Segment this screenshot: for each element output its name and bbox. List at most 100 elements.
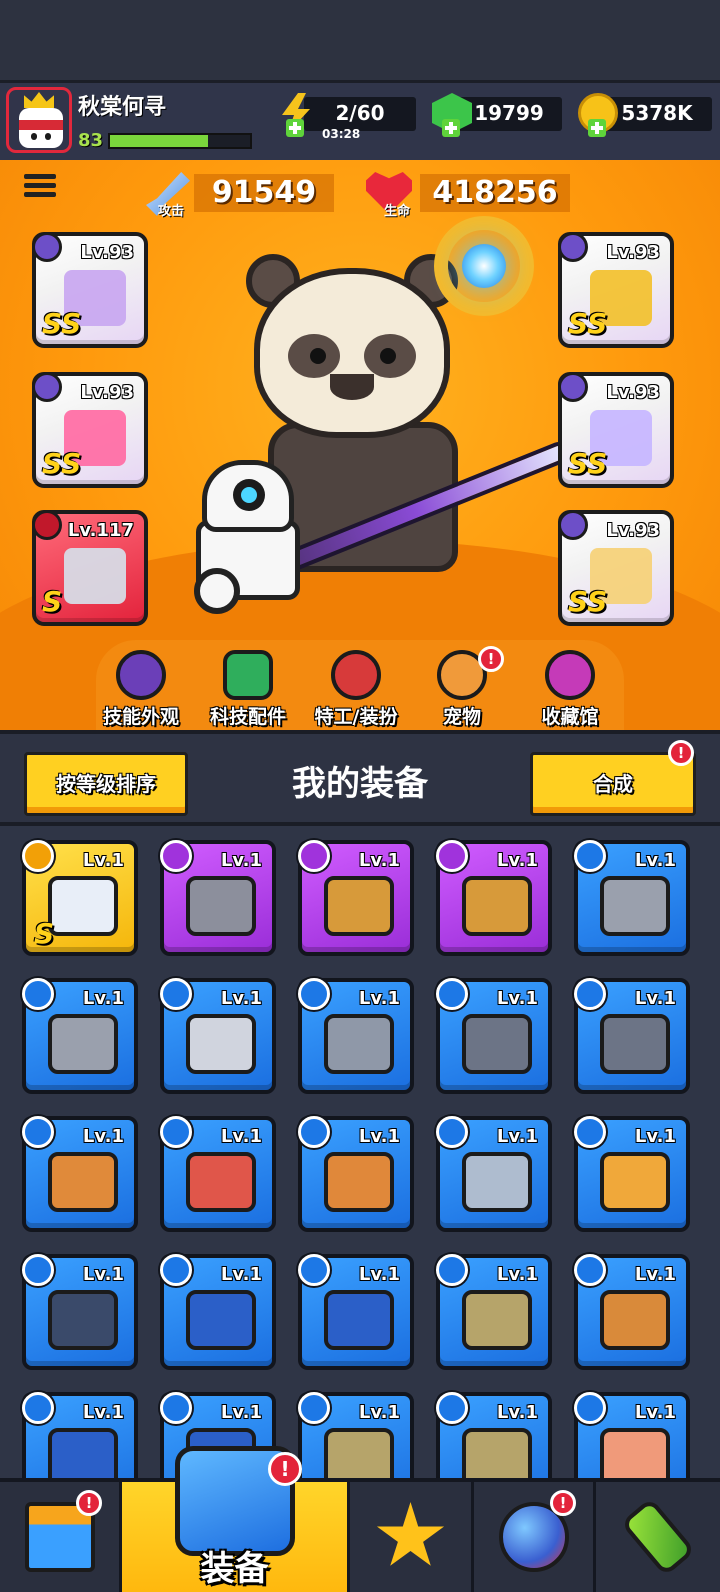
inventory-item[interactable]: Lv.1: [574, 1254, 690, 1370]
item-level: Lv.1: [496, 988, 538, 1009]
category-hat[interactable]: 技能外观: [91, 650, 191, 729]
inventory-item[interactable]: Lv.1 S: [22, 840, 138, 956]
category-label: 技能外观: [102, 706, 179, 728]
coins-value: 5378K: [602, 97, 712, 131]
item-level: Lv.1: [220, 850, 262, 871]
category-label: 特工/装扮: [314, 706, 398, 728]
item-art-icon: [600, 1428, 670, 1478]
item-art-icon: [462, 1428, 532, 1478]
item-level: Lv.1: [358, 1126, 400, 1147]
item-type-icon: [436, 1254, 468, 1286]
category-agent[interactable]: 特工/装扮: [306, 650, 406, 729]
inventory-item[interactable]: Lv.1: [160, 1116, 276, 1232]
sort-by-level-button[interactable]: 按等级排序: [24, 752, 188, 816]
item-art-icon: [324, 1152, 394, 1212]
slot-grade: SS: [568, 447, 608, 480]
hero-panel: 91549 攻击 418256 生命 Lv.93 SS Lv.93 SS Lv.117 S…: [0, 160, 720, 730]
category-chest[interactable]: 收藏馆: [520, 650, 620, 729]
inventory-item[interactable]: Lv.1: [436, 1116, 552, 1232]
category-chip[interactable]: 科技配件: [198, 650, 298, 729]
add-energy-icon[interactable]: [286, 119, 304, 137]
equipped-slot[interactable]: Lv.93 SS: [558, 372, 674, 488]
inventory-item[interactable]: Lv.1: [574, 1116, 690, 1232]
bottom-nav: ! ! 装备 !: [0, 1446, 720, 1592]
inventory-item[interactable]: Lv.1: [436, 1392, 552, 1478]
item-type-icon: [22, 1116, 54, 1148]
item-art-icon: [48, 876, 118, 936]
coins-counter[interactable]: 5378K: [578, 93, 712, 137]
slot-grade: SS: [568, 307, 608, 340]
equipped-slot[interactable]: Lv.93 SS: [558, 510, 674, 626]
inventory-item[interactable]: Lv.1: [436, 1254, 552, 1370]
category-alert-badge: !: [478, 646, 504, 672]
chest-icon: [545, 650, 595, 700]
item-art-icon: [462, 1152, 532, 1212]
item-level: Lv.1: [634, 1402, 676, 1423]
inventory-item[interactable]: Lv.1: [574, 1392, 690, 1478]
inventory-item[interactable]: Lv.1: [298, 1392, 414, 1478]
equipped-slot[interactable]: Lv.93 SS: [32, 232, 148, 348]
inventory-item[interactable]: Lv.1: [574, 978, 690, 1094]
inventory-item[interactable]: Lv.1: [298, 840, 414, 956]
inventory-item[interactable]: Lv.1: [22, 1254, 138, 1370]
slot-grade: SS: [42, 307, 82, 340]
item-level: Lv.1: [82, 988, 124, 1009]
energy-timer: 03:28: [322, 127, 361, 141]
add-coins-icon[interactable]: [588, 119, 606, 137]
slot-type-icon: [558, 510, 588, 540]
item-art-icon: [600, 1290, 670, 1350]
item-level: Lv.1: [496, 1402, 538, 1423]
item-type-icon: [160, 1254, 192, 1286]
inventory-item[interactable]: Lv.1: [22, 978, 138, 1094]
item-type-icon: [22, 1392, 54, 1424]
item-art-icon: [462, 876, 532, 936]
category-label: 收藏馆: [541, 706, 599, 728]
top-header: 秋棠何寻 83 2/60 03:28 19799 5378K: [0, 80, 720, 160]
player-avatar[interactable]: [6, 87, 72, 153]
item-type-icon: [298, 1254, 330, 1286]
slot-level: Lv.93: [606, 520, 660, 541]
inventory-item[interactable]: Lv.1: [160, 978, 276, 1094]
inventory-item[interactable]: Lv.1: [160, 840, 276, 956]
inventory-item[interactable]: Lv.1: [22, 1392, 138, 1478]
panda-character: [254, 268, 450, 438]
nav-gacha[interactable]: !: [474, 1482, 596, 1592]
item-level: Lv.1: [496, 1264, 538, 1285]
equipped-slot[interactable]: Lv.117 S: [32, 510, 148, 626]
energy-counter[interactable]: 2/60 03:28: [276, 93, 416, 141]
item-level: Lv.1: [634, 1264, 676, 1285]
item-art-icon: [324, 876, 394, 936]
item-type-icon: [574, 1254, 606, 1286]
item-level: Lv.1: [220, 1126, 262, 1147]
inventory-item[interactable]: Lv.1: [298, 978, 414, 1094]
xp-bar: [108, 133, 252, 149]
item-level: Lv.1: [358, 1402, 400, 1423]
item-art-icon: [600, 1152, 670, 1212]
inventory-item[interactable]: Lv.1: [160, 1254, 276, 1370]
nav-evolution[interactable]: [596, 1482, 720, 1592]
nav-equipment[interactable]: ! 装备: [122, 1446, 350, 1592]
inventory-item[interactable]: Lv.1: [436, 840, 552, 956]
item-art-icon: [48, 1290, 118, 1350]
equipped-slot[interactable]: Lv.93 SS: [558, 232, 674, 348]
item-art-icon: [600, 1014, 670, 1074]
nav-talents[interactable]: [350, 1482, 474, 1592]
ball-alert-badge: !: [550, 1490, 576, 1516]
category-pet[interactable]: 宠物!: [412, 646, 512, 729]
inventory-item[interactable]: Lv.1: [436, 978, 552, 1094]
equipped-item-icon: [64, 548, 126, 604]
item-level: Lv.1: [82, 1402, 124, 1423]
inventory-item[interactable]: Lv.1: [298, 1116, 414, 1232]
inventory-item[interactable]: Lv.1: [298, 1254, 414, 1370]
inventory-item[interactable]: Lv.1: [574, 840, 690, 956]
nav-shop[interactable]: !: [0, 1482, 122, 1592]
category-label: 科技配件: [209, 706, 286, 728]
inventory-item[interactable]: Lv.1: [22, 1116, 138, 1232]
equipped-slot[interactable]: Lv.93 SS: [32, 372, 148, 488]
gems-counter[interactable]: 19799: [432, 93, 562, 137]
menu-list-icon[interactable]: [24, 174, 56, 206]
star-swords-icon: [376, 1502, 445, 1566]
item-type-icon: [298, 1392, 330, 1424]
item-level: Lv.1: [358, 850, 400, 871]
add-gems-icon[interactable]: [442, 119, 460, 137]
